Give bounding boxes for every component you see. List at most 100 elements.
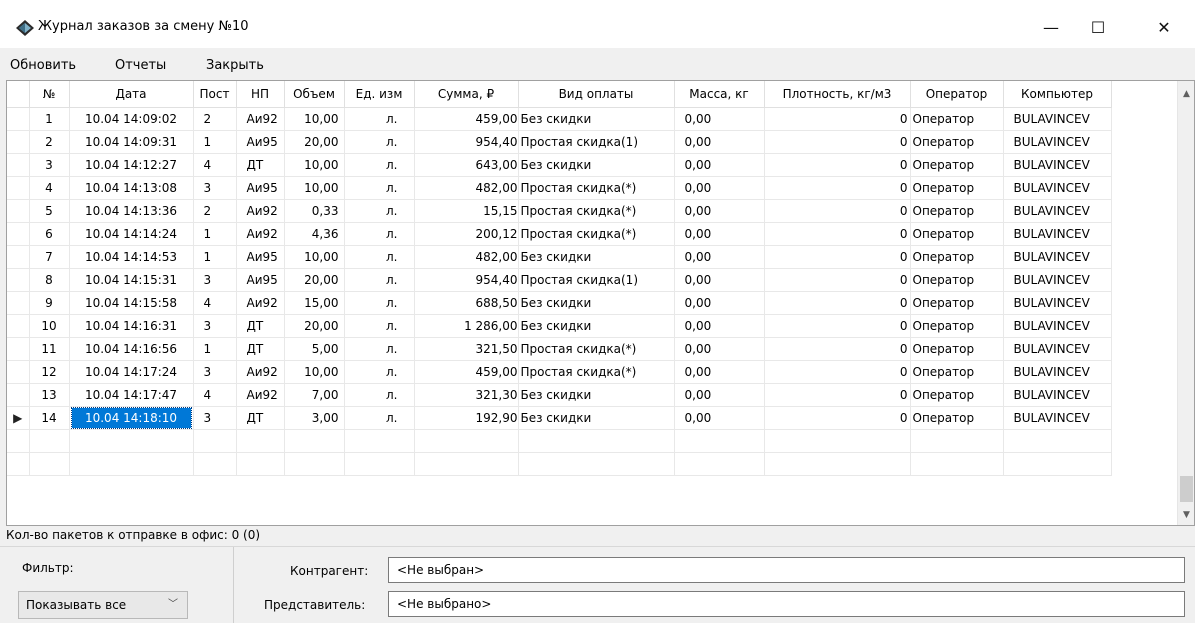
cell-mass[interactable]: 0,00 <box>674 406 765 430</box>
cell-sum[interactable]: 643,00 <box>414 153 519 177</box>
cell-computer[interactable]: BULAVINCEV <box>1003 291 1112 315</box>
cell-computer[interactable]: BULAVINCEV <box>1003 107 1112 131</box>
cell-operator[interactable]: Оператор <box>910 360 1004 384</box>
cell-sum[interactable]: 15,15 <box>414 199 519 223</box>
row-indicator[interactable] <box>7 337 30 361</box>
cell-payment-type[interactable]: Простая скидка(*) <box>518 360 675 384</box>
cell-number[interactable]: 12 <box>29 360 70 384</box>
cell-date[interactable]: 10.04 14:12:27 <box>69 153 194 177</box>
cell-fuel[interactable]: ДТ <box>236 406 285 430</box>
cell-post[interactable]: 1 <box>193 130 237 154</box>
cell-mass[interactable]: 0,00 <box>674 176 765 200</box>
cell-date[interactable]: 10.04 14:16:56 <box>69 337 194 361</box>
chevron-down-icon[interactable]: ▼ <box>1178 506 1194 523</box>
cell-computer[interactable]: BULAVINCEV <box>1003 383 1112 407</box>
table-row[interactable]: 5 10.04 14:13:36 2 Аи92 0,33 л. 15,15 Простая с… <box>7 199 1112 223</box>
cell-unit[interactable]: л. <box>344 153 415 177</box>
cell-payment-type[interactable]: Без скидки <box>518 291 675 315</box>
header-col-number[interactable]: № <box>29 81 70 108</box>
table-row[interactable]: 8 10.04 14:15:31 3 Аи95 20,00 л. 954,40 Простая… <box>7 268 1112 292</box>
cell-fuel[interactable]: Аи92 <box>236 383 285 407</box>
row-indicator[interactable] <box>7 291 30 315</box>
cell-density[interactable]: 0 <box>764 406 911 430</box>
cell-fuel[interactable]: Аи92 <box>236 222 285 246</box>
table-row[interactable]: 7 10.04 14:14:53 1 Аи95 10,00 л. 482,00 Без ски… <box>7 245 1112 269</box>
cell-payment-type[interactable]: Простая скидка(*) <box>518 222 675 246</box>
cell-fuel[interactable]: Аи92 <box>236 107 285 131</box>
cell-payment-type[interactable]: Без скидки <box>518 245 675 269</box>
cell-volume[interactable]: 5,00 <box>284 337 345 361</box>
cell-fuel[interactable]: Аи95 <box>236 176 285 200</box>
header-col-payment-type[interactable]: Вид оплаты <box>518 81 675 108</box>
filter-dropdown[interactable]: Показывать все ﹀ <box>18 591 188 619</box>
cell-fuel[interactable]: Аи95 <box>236 268 285 292</box>
cell-sum[interactable]: 1 286,00 <box>414 314 519 338</box>
cell-date[interactable]: 10.04 14:09:02 <box>69 107 194 131</box>
cell-operator[interactable]: Оператор <box>910 291 1004 315</box>
row-indicator[interactable] <box>7 222 30 246</box>
cell-sum[interactable]: 200,12 <box>414 222 519 246</box>
cell-payment-type[interactable]: Без скидки <box>518 406 675 430</box>
cell-payment-type[interactable]: Простая скидка(1) <box>518 268 675 292</box>
header-col-post[interactable]: Пост <box>193 81 237 108</box>
cell-date[interactable]: 10.04 14:18:10 <box>69 406 194 430</box>
cell-date[interactable]: 10.04 14:17:47 <box>69 383 194 407</box>
scrollbar-thumb[interactable] <box>1180 476 1193 502</box>
cell-sum[interactable]: 321,50 <box>414 337 519 361</box>
cell-post[interactable]: 3 <box>193 360 237 384</box>
cell-fuel[interactable]: Аи95 <box>236 130 285 154</box>
row-indicator[interactable] <box>7 199 30 223</box>
chevron-up-icon[interactable]: ▲ <box>1178 85 1194 102</box>
cell-unit[interactable]: л. <box>344 222 415 246</box>
table-row[interactable]: 11 10.04 14:16:56 1 ДТ 5,00 л. 321,50 Простая с… <box>7 337 1112 361</box>
cell-number[interactable]: 11 <box>29 337 70 361</box>
cell-density[interactable]: 0 <box>764 268 911 292</box>
menu-close[interactable]: Закрыть <box>206 58 264 73</box>
cell-post[interactable]: 3 <box>193 314 237 338</box>
row-indicator[interactable] <box>7 245 30 269</box>
cell-unit[interactable]: л. <box>344 314 415 338</box>
cell-mass[interactable]: 0,00 <box>674 130 765 154</box>
cell-payment-type[interactable]: Простая скидка(*) <box>518 337 675 361</box>
cell-density[interactable]: 0 <box>764 314 911 338</box>
cell-number[interactable]: 1 <box>29 107 70 131</box>
cell-volume[interactable]: 4,36 <box>284 222 345 246</box>
cell-mass[interactable]: 0,00 <box>674 337 765 361</box>
cell-fuel[interactable]: Аи92 <box>236 291 285 315</box>
table-row[interactable]: 10 10.04 14:16:31 3 ДТ 20,00 л. 1 286,00 Без ск… <box>7 314 1112 338</box>
cell-sum[interactable]: 482,00 <box>414 245 519 269</box>
cell-sum[interactable]: 321,30 <box>414 383 519 407</box>
cell-mass[interactable]: 0,00 <box>674 383 765 407</box>
row-indicator[interactable] <box>7 153 30 177</box>
header-col-mass[interactable]: Масса, кг <box>674 81 765 108</box>
header-col-date[interactable]: Дата <box>69 81 194 108</box>
cell-date[interactable]: 10.04 14:14:24 <box>69 222 194 246</box>
cell-post[interactable]: 1 <box>193 222 237 246</box>
cell-unit[interactable]: л. <box>344 130 415 154</box>
cell-volume[interactable]: 20,00 <box>284 130 345 154</box>
row-indicator[interactable] <box>7 360 30 384</box>
cell-volume[interactable]: 15,00 <box>284 291 345 315</box>
cell-density[interactable]: 0 <box>764 222 911 246</box>
cell-date[interactable]: 10.04 14:09:31 <box>69 130 194 154</box>
cell-computer[interactable]: BULAVINCEV <box>1003 268 1112 292</box>
cell-mass[interactable]: 0,00 <box>674 314 765 338</box>
cell-fuel[interactable]: Аи92 <box>236 360 285 384</box>
cell-computer[interactable]: BULAVINCEV <box>1003 199 1112 223</box>
cell-operator[interactable]: Оператор <box>910 176 1004 200</box>
cell-unit[interactable]: л. <box>344 337 415 361</box>
cell-mass[interactable]: 0,00 <box>674 268 765 292</box>
cell-mass[interactable]: 0,00 <box>674 291 765 315</box>
cell-operator[interactable]: Оператор <box>910 383 1004 407</box>
cell-fuel[interactable]: ДТ <box>236 153 285 177</box>
cell-unit[interactable]: л. <box>344 245 415 269</box>
cell-computer[interactable]: BULAVINCEV <box>1003 222 1112 246</box>
cell-computer[interactable]: BULAVINCEV <box>1003 245 1112 269</box>
cell-sum[interactable]: 954,40 <box>414 268 519 292</box>
cell-payment-type[interactable]: Без скидки <box>518 383 675 407</box>
cell-number[interactable]: 3 <box>29 153 70 177</box>
cell-date[interactable]: 10.04 14:17:24 <box>69 360 194 384</box>
cell-date[interactable]: 10.04 14:15:58 <box>69 291 194 315</box>
cell-operator[interactable]: Оператор <box>910 130 1004 154</box>
row-indicator[interactable]: ▶ <box>7 406 30 430</box>
